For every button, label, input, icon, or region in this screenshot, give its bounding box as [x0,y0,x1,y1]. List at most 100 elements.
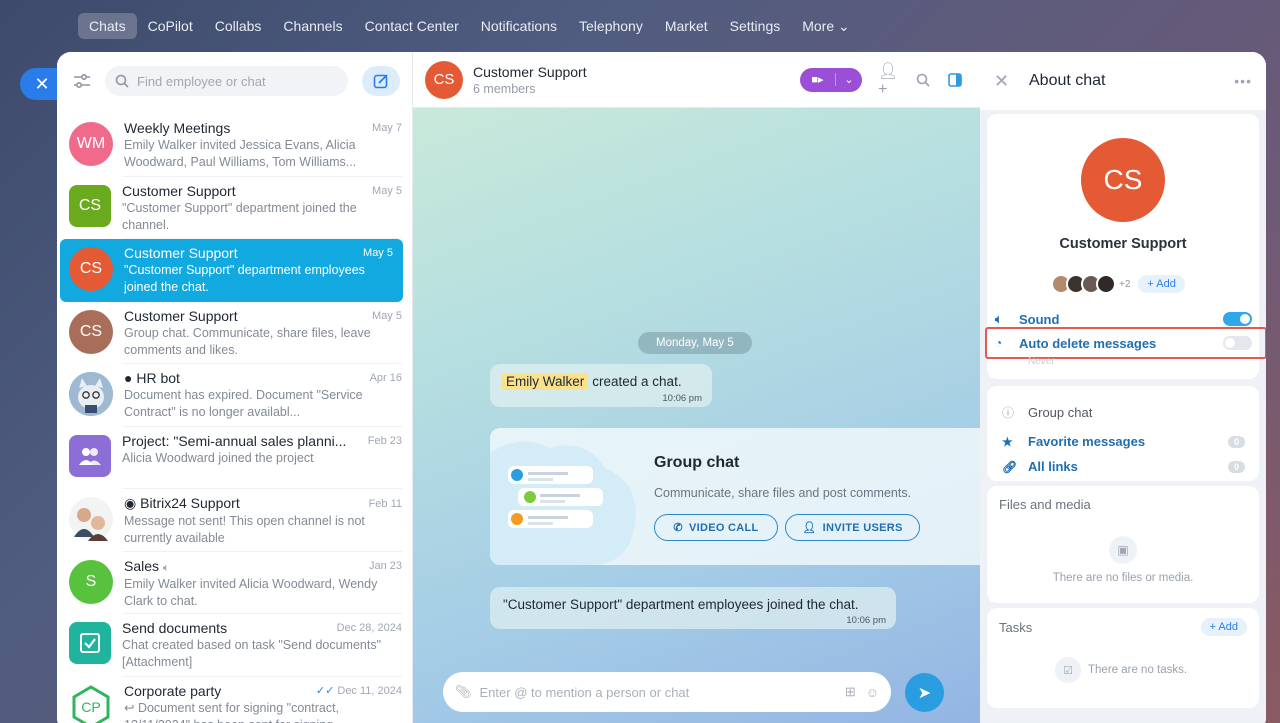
search-icon [115,74,129,88]
chat-item-customer-support-channel[interactable]: CS Customer Support May 5 "Customer Suppor… [57,177,412,240]
chat-preview: "Customer Support" department employees … [124,263,365,294]
all-links-row[interactable]: 🔗︎ All links 0 [1002,459,1245,474]
message-time: 10:06 pm [846,615,886,626]
files-title: Files and media [999,497,1091,512]
chat-item-bitrix24-support[interactable]: ◉ Bitrix24 Support Feb 11 Message not sent… [57,489,412,552]
chat-date: Dec 28, 2024 [336,622,402,634]
add-member-button[interactable]: 👤︎+ [878,63,904,98]
chat-preview: "Customer Support" department joined the… [122,200,357,232]
more-icon[interactable]: ••• [1234,73,1252,89]
chat-date: May 5 [372,184,402,197]
attach-icon[interactable]: 📎︎ [455,684,472,700]
chat-item-weekly-meetings[interactable]: WM Weekly Meetings May 7 Emily Walker invi… [57,114,412,177]
chat-name-text: Bitrix24 Support [140,495,240,511]
sound-toggle[interactable] [1223,312,1252,326]
chat-item-customer-support-group[interactable]: CS Customer Support May 5 Group chat. Comm… [57,302,412,365]
nav-settings[interactable]: Settings [719,13,792,39]
chat-date-text: Dec 11, 2024 [337,685,402,697]
nav-collabs[interactable]: Collabs [204,13,273,39]
sound-setting[interactable]: 🔈︎ Sound [995,309,1252,329]
chat-date: May 5 [372,309,402,322]
chat-illustration-icon [490,441,636,565]
add-user-icon: 👤︎+ [878,62,899,98]
chat-item-corporate-party[interactable]: CP Corporate party ✓✓ Dec 11, 2024 ↩ Docum… [57,677,412,723]
chat-name: ◉ Bitrix24 Support [124,495,240,511]
chat-name-text: Sales [124,557,160,574]
message-input[interactable]: 📎︎ Enter @ to mention a person or chat ⊞… [443,672,891,712]
add-task-button[interactable]: + Add [1200,618,1247,636]
new-chat-button[interactable] [362,66,400,96]
task-check-icon: ☑ [1055,657,1081,683]
muted-icon: 🔈︎ [162,561,170,574]
task-icon [69,622,111,664]
chat-name: Customer Support [1059,236,1187,252]
chat-avatar-large[interactable]: CS [1081,138,1165,222]
message-text: "Customer Support" department employees … [503,597,859,612]
filter-icon [74,73,90,89]
speaker-icon: 🔈︎ [995,311,1003,326]
video-call-button[interactable]: ■▸ ⌄ [800,67,862,92]
nav-more[interactable]: More ⌄ [791,13,861,40]
chat-item-customer-support-active[interactable]: CS Customer Support May 5 "Customer Suppor… [60,239,403,302]
chat-preview: Group chat. Communicate, share files, le… [124,325,371,357]
chat-item-send-documents[interactable]: Send documents Dec 28, 2024 Chat created b… [57,614,412,677]
tasks-empty-text: There are no tasks. [1088,664,1188,676]
search-icon [916,73,930,87]
chat-name: Customer Support [124,245,238,261]
chat-preview: Document has expired. Document "Service … [124,388,363,419]
add-member-button[interactable]: + Add [1138,275,1185,293]
favorite-messages-row[interactable]: ★ Favorite messages 0 [1002,434,1245,449]
chat-name: Weekly Meetings [124,120,231,136]
invite-users-button[interactable]: 👤︎ INVITE USERS [785,514,920,541]
chat-item-hr-bot[interactable]: ● HR bot Apr 16 Document has expired. Docu… [57,364,412,427]
date-divider: Monday, May 5 [638,332,752,354]
nav-market[interactable]: Market [654,13,719,39]
video-call-card-button[interactable]: ✆ VIDEO CALL [654,514,778,541]
search-chat-button[interactable] [910,67,936,93]
chat-item-project[interactable]: Project: "Semi-annual sales planni... Feb… [57,427,412,490]
chat-preview: ↩ Document sent for signing "contract, 1… [124,700,340,723]
chat-name-text: HR bot [136,370,180,386]
avatar: S [69,559,113,604]
nav-notifications[interactable]: Notifications [470,13,568,39]
sidebar-toggle-button[interactable] [942,67,968,93]
close-icon[interactable]: ✕ [994,71,1014,92]
chat-item-sales[interactable]: S Sales 🔈︎ Jan 23 Emily Walker invited Ali… [57,552,412,615]
group-icon [69,434,111,477]
chat-area: CS Customer Support 6 members ■▸ ⌄ 👤︎+ Mo… [413,52,990,723]
chat-preview: Message not sent! This open channel is n… [124,514,365,545]
search-input[interactable]: Find employee or chat [105,66,348,96]
chat-preview: Alicia Woodward joined the project [122,450,314,465]
mention-user[interactable]: Emily Walker [502,373,589,390]
nav-telephony[interactable]: Telephony [568,13,654,39]
system-message: Emily Walker created a chat. 10:06 pm [490,364,712,407]
panel-icon [948,72,962,87]
nav-contact-center[interactable]: Contact Center [354,13,470,39]
apps-icon[interactable]: ⊞ [845,684,856,700]
nav-chats[interactable]: Chats [78,13,137,39]
tasks-empty: ☑ There are no tasks. [1055,657,1187,683]
members-count[interactable]: 6 members [473,82,800,96]
avatar: CP [69,684,113,723]
members-row[interactable]: +2 + Add [1051,274,1185,294]
read-checkmark-icon: ✓✓ [315,685,335,697]
chat-list: WM Weekly Meetings May 7 Emily Walker invi… [57,114,412,723]
nav-channels[interactable]: Channels [272,13,353,39]
button-label: VIDEO CALL [688,521,759,534]
chat-name: Send documents [122,620,228,636]
support-avatar-icon [69,497,113,541]
card-description: Communicate, share files and post commen… [654,486,912,500]
about-chat-panel: ✕ About chat ••• CS Customer Support +2 … [980,52,1266,723]
chat-title[interactable]: Customer Support [473,64,800,80]
chat-name: Project: "Semi-annual sales planni... [122,432,347,449]
chat-name: Corporate party [124,682,222,699]
filter-button[interactable] [69,68,95,94]
chat-avatar[interactable]: CS [425,60,463,99]
phone-icon: ✆ [673,522,683,534]
auto-delete-value: Never [1028,356,1055,367]
send-button[interactable]: ➤ [905,673,944,712]
members-more: +2 [1119,278,1131,290]
emoji-icon[interactable]: ☺ [866,685,879,700]
nav-copilot[interactable]: CoPilot [137,13,204,39]
chat-details-card: ⓘ Group chat ★ Favorite messages 0 🔗︎ Al… [987,386,1259,481]
